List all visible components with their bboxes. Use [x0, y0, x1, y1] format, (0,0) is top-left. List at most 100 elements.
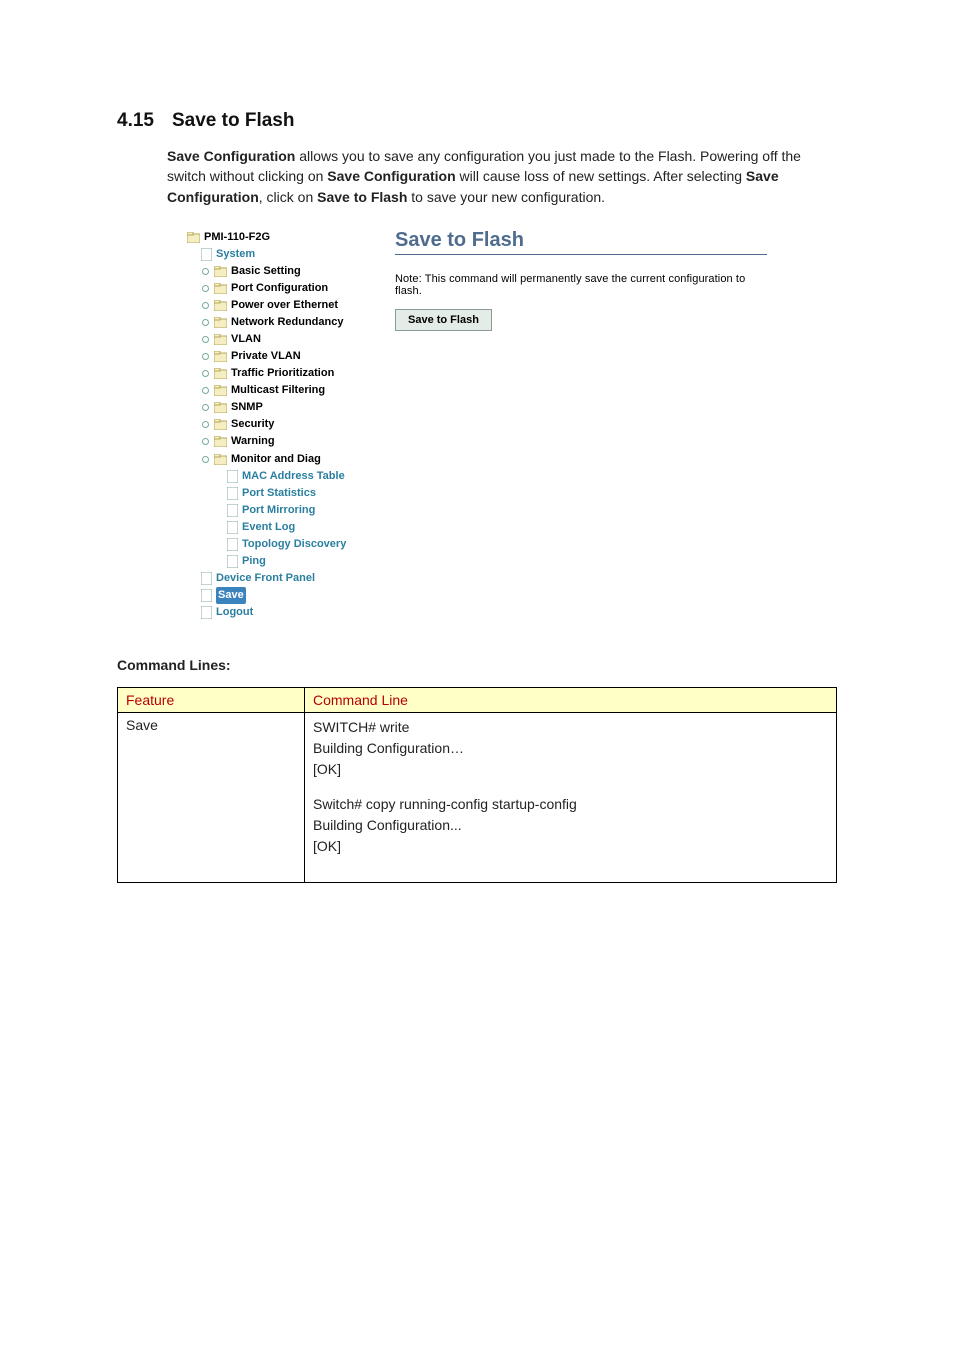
- cell-feature: Save: [118, 712, 305, 882]
- table-head-row: Feature Command Line: [118, 687, 837, 712]
- tree-item-logout[interactable]: Logout: [187, 604, 367, 621]
- tree-folder[interactable]: Private VLAN: [187, 348, 367, 365]
- intro-bold-2: Save Configuration: [327, 168, 455, 184]
- tree-label: Warning: [231, 433, 275, 450]
- tree-label: Power over Ethernet: [231, 297, 338, 314]
- save-to-flash-button[interactable]: Save to Flash: [395, 309, 492, 331]
- folder-icon: [214, 368, 227, 379]
- tree-item-save[interactable]: Save: [187, 587, 367, 604]
- tree-label: Port Configuration: [231, 280, 328, 297]
- tree-folder[interactable]: Warning: [187, 433, 367, 450]
- table-row: Save SWITCH# write Building Configuratio…: [118, 712, 837, 882]
- expand-icon: [201, 318, 210, 327]
- folder-icon: [214, 351, 227, 362]
- tree-folder[interactable]: SNMP: [187, 399, 367, 416]
- col-feature: Feature: [118, 687, 305, 712]
- tree-leaf[interactable]: Port Mirroring: [187, 502, 367, 519]
- tree-label: Port Statistics: [242, 485, 316, 502]
- tree-item-device-front-panel[interactable]: Device Front Panel: [187, 570, 367, 587]
- tree-label: VLAN: [231, 331, 261, 348]
- tree-folder[interactable]: VLAN: [187, 331, 367, 348]
- nav-tree: PMI-110-F2G System Basic Setting Port Co…: [187, 229, 367, 621]
- folder-icon: [214, 385, 227, 396]
- tree-label: System: [216, 246, 255, 263]
- intro-text-4: to save your new configuration.: [407, 189, 605, 205]
- pane-title: Save to Flash: [395, 229, 767, 255]
- expand-icon: [201, 420, 210, 429]
- tree-leaf[interactable]: Ping: [187, 553, 367, 570]
- page-icon: [227, 555, 238, 568]
- content-pane: Save to Flash Note: This command will pe…: [367, 229, 767, 621]
- cmd-line: Building Configuration…: [313, 740, 464, 756]
- page-icon: [227, 470, 238, 483]
- tree-folder[interactable]: Basic Setting: [187, 263, 367, 280]
- tree-label: MAC Address Table: [242, 468, 345, 485]
- section-number: 4.15: [117, 110, 154, 131]
- tree-label: Network Redundancy: [231, 314, 343, 331]
- folder-icon: [187, 232, 200, 243]
- folder-icon: [214, 402, 227, 413]
- page-icon: [201, 589, 212, 602]
- cmd-line: Building Configuration...: [313, 817, 462, 833]
- intro-bold-1: Save Configuration: [167, 148, 295, 164]
- section-title: Save to Flash: [172, 110, 295, 131]
- pane-note: Note: This command will permanently save…: [395, 273, 767, 297]
- tree-folder[interactable]: Network Redundancy: [187, 314, 367, 331]
- tree-folder-open[interactable]: Monitor and Diag: [187, 451, 367, 468]
- cmd-line: SWITCH# write: [313, 719, 409, 735]
- tree-leaf[interactable]: Topology Discovery: [187, 536, 367, 553]
- folder-icon: [214, 300, 227, 311]
- tree-label: Traffic Prioritization: [231, 365, 334, 382]
- tree-label: Ping: [242, 553, 266, 570]
- tree-label: SNMP: [231, 399, 263, 416]
- section-heading: 4.15 Save to Flash: [117, 110, 837, 132]
- tree-folder[interactable]: Traffic Prioritization: [187, 365, 367, 382]
- expand-icon: [201, 386, 210, 395]
- tree-leaf[interactable]: Event Log: [187, 519, 367, 536]
- command-lines-caption: Command Lines:: [117, 657, 837, 673]
- cmd-line: [OK]: [313, 838, 341, 854]
- intro-text-2: will cause loss of new settings. After s…: [456, 168, 746, 184]
- tree-label: Topology Discovery: [242, 536, 346, 553]
- tree-folder[interactable]: Port Configuration: [187, 280, 367, 297]
- tree-label-selected: Save: [216, 587, 246, 604]
- tree-label: Device Front Panel: [216, 570, 315, 587]
- cmd-line: [OK]: [313, 761, 341, 777]
- expand-icon: [201, 335, 210, 344]
- folder-icon: [214, 317, 227, 328]
- tree-folder[interactable]: Multicast Filtering: [187, 382, 367, 399]
- tree-label: Port Mirroring: [242, 502, 315, 519]
- expand-icon: [201, 403, 210, 412]
- cell-command-line: SWITCH# write Building Configuration… [O…: [305, 712, 837, 882]
- page-icon: [201, 606, 212, 619]
- intro-text-3: , click on: [259, 189, 317, 205]
- tree-folder[interactable]: Security: [187, 416, 367, 433]
- screenshot: PMI-110-F2G System Basic Setting Port Co…: [187, 229, 767, 621]
- tree-label: Security: [231, 416, 274, 433]
- page-icon: [201, 572, 212, 585]
- page-icon: [227, 521, 238, 534]
- folder-icon: [214, 436, 227, 447]
- tree-leaf[interactable]: MAC Address Table: [187, 468, 367, 485]
- col-command-line: Command Line: [305, 687, 837, 712]
- expand-icon: [201, 352, 210, 361]
- intro-paragraph: Save Configuration allows you to save an…: [167, 146, 837, 207]
- tree-folder[interactable]: Power over Ethernet: [187, 297, 367, 314]
- tree-label: Event Log: [242, 519, 295, 536]
- collapse-icon: [201, 455, 210, 464]
- page-icon: [227, 487, 238, 500]
- tree-label: Monitor and Diag: [231, 451, 321, 468]
- expand-icon: [201, 267, 210, 276]
- folder-icon: [214, 266, 227, 277]
- tree-label: Basic Setting: [231, 263, 301, 280]
- tree-root[interactable]: PMI-110-F2G: [187, 229, 367, 246]
- tree-label: Multicast Filtering: [231, 382, 325, 399]
- folder-open-icon: [214, 454, 227, 465]
- expand-icon: [201, 437, 210, 446]
- cmd-line: Switch# copy running-config startup-conf…: [313, 796, 577, 812]
- folder-icon: [214, 283, 227, 294]
- tree-leaf[interactable]: Port Statistics: [187, 485, 367, 502]
- tree-item-system[interactable]: System: [187, 246, 367, 263]
- page-icon: [227, 504, 238, 517]
- expand-icon: [201, 301, 210, 310]
